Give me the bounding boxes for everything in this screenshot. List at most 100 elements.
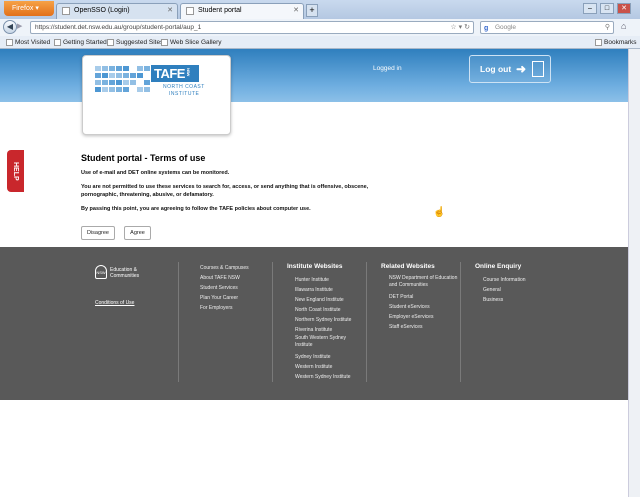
tab-title: OpenSSO (Login) [74, 7, 130, 14]
page-title: Student portal - Terms of use [81, 153, 206, 163]
logo-grid-square [102, 87, 108, 92]
close-icon[interactable]: ✕ [293, 4, 299, 18]
url-bar[interactable]: https://student.det.nsw.edu.au/group/stu… [30, 21, 474, 34]
tab-student-portal[interactable]: Student portal ✕ [180, 3, 304, 19]
nsw-education-logo[interactable]: NSW Education & Communities [95, 265, 145, 281]
footer-link[interactable]: South Western Sydney Institute [295, 335, 359, 349]
logo-subtitle-2: INSTITUTE [169, 91, 200, 97]
footer-link[interactable]: Riverina Institute [295, 325, 359, 335]
footer-heading: Institute Websites [287, 263, 343, 270]
agree-button[interactable]: Agree [124, 226, 151, 240]
disagree-button[interactable]: Disagree [81, 226, 115, 240]
search-placeholder: Google [495, 24, 516, 31]
logo-grid-square [95, 87, 101, 92]
footer-col-enquiry: Online Enquiry Course Information Genera… [475, 263, 526, 305]
conditions-of-use-link[interactable]: Conditions of Use [95, 300, 134, 306]
navigation-toolbar: ◀ ▶ https://student.det.nsw.edu.au/group… [0, 19, 640, 36]
logo-grid-square [144, 66, 150, 71]
footer-link[interactable]: DET Portal [389, 292, 461, 302]
bookmark-most-visited[interactable]: Most Visited [6, 36, 50, 49]
footer-link[interactable]: For Employers [200, 303, 249, 313]
star-icon[interactable]: ☆ [450, 24, 456, 31]
bookmarks-menu[interactable]: Bookmarks [595, 36, 637, 49]
agreement-notice: By passing this point, you are agreeing … [81, 206, 311, 212]
bookmark-icon [161, 38, 168, 46]
footer-link[interactable]: NSW Department of Education and Communit… [389, 275, 461, 289]
bookmark-label: Most Visited [15, 39, 51, 46]
back-arrow-icon[interactable]: ◀ [3, 20, 17, 34]
logo-subtitle-1: NORTH COAST [163, 84, 205, 90]
footer-col-main: Courses & Campuses About TAFE NSW Studen… [200, 263, 249, 313]
logo-grid-square [116, 73, 122, 78]
arrow-right-icon: ➜ [516, 62, 527, 76]
footer-link[interactable]: Plan Your Career [200, 293, 249, 303]
firefox-menu-label: Firefox [12, 5, 34, 12]
new-tab-button[interactable]: + [306, 4, 318, 17]
logo-grid-square [109, 87, 115, 92]
firefox-menu-button[interactable]: Firefox ▾ [4, 1, 54, 16]
tab-strip: Firefox ▾ OpenSSO (Login) ✕ Student port… [0, 0, 640, 19]
page-blank-area [0, 400, 628, 497]
footer-link[interactable]: Student eServices [389, 302, 461, 312]
close-window-icon[interactable]: ✕ [617, 3, 631, 14]
bookmark-suggested-sites[interactable]: Suggested Sites [107, 36, 163, 49]
footer-link[interactable]: Hunter Institute [295, 275, 359, 285]
google-icon[interactable]: g [484, 23, 488, 34]
footer-link[interactable]: Business [483, 295, 526, 305]
bookmarks-menu-label: Bookmarks [604, 39, 637, 46]
footer-link[interactable]: Courses & Campuses [200, 263, 249, 273]
footer-link[interactable]: Employer eServices [389, 312, 461, 322]
bookmark-getting-started[interactable]: Getting Started [54, 36, 107, 49]
footer-link[interactable]: North Coast Institute [295, 305, 359, 315]
logo-grid-square [95, 80, 101, 85]
footer-link[interactable]: Western Sydney Institute [295, 372, 359, 382]
bookmark-web-slice-gallery[interactable]: Web Slice Gallery [161, 36, 222, 49]
footer-link[interactable]: Illawarra Institute [295, 285, 359, 295]
maximize-icon[interactable]: □ [600, 3, 614, 14]
page-icon [186, 7, 194, 15]
bookmark-label: Web Slice Gallery [170, 39, 222, 46]
help-tab[interactable]: HELP [7, 150, 24, 192]
nsw-logo-text-2: Communities [110, 273, 140, 279]
logo-grid-square [102, 80, 108, 85]
footer-link[interactable]: Staff eServices [389, 322, 461, 332]
logo-grid-square [123, 87, 129, 92]
logo-grid-square [109, 80, 115, 85]
logo-grid-square [123, 66, 129, 71]
search-input[interactable]: g Google ⚲ [480, 21, 614, 34]
vertical-scrollbar[interactable] [628, 49, 640, 497]
footer-link[interactable]: General [483, 285, 526, 295]
site-footer: NSW Education & Communities Conditions of… [0, 247, 628, 400]
footer-link[interactable]: Western Institute [295, 362, 359, 372]
search-icon[interactable]: ⚲ [605, 22, 610, 33]
close-icon[interactable]: ✕ [167, 4, 173, 18]
footer-link[interactable]: Sydney Institute [295, 352, 359, 362]
tafe-logo[interactable]: TAFE NSW NORTH COAST INSTITUTE [82, 55, 231, 135]
footer-link[interactable]: Student Services [200, 283, 249, 293]
logo-grid-square [102, 73, 108, 78]
monitoring-notice: Use of e-mail and DET online systems can… [81, 170, 230, 176]
minimize-icon[interactable]: – [583, 3, 597, 14]
home-icon[interactable]: ⌂ [621, 21, 626, 31]
logo-grid-square [123, 73, 129, 78]
logo-grid-square [116, 87, 122, 92]
prohibited-use-notice: You are not permitted to use these servi… [81, 184, 369, 198]
tab-opensso-login[interactable]: OpenSSO (Login) ✕ [56, 3, 178, 19]
forward-arrow-icon[interactable]: ▶ [17, 22, 28, 32]
footer-heading: Online Enquiry [475, 263, 522, 270]
footer-link[interactable]: Course Information [483, 275, 526, 285]
logo-grid-square [137, 73, 143, 78]
footer-link[interactable]: Northern Sydney Institute [295, 315, 359, 325]
logo-grid-square [116, 80, 122, 85]
logo-grid-square [123, 80, 129, 85]
browser-window: Firefox ▾ OpenSSO (Login) ✕ Student port… [0, 0, 640, 497]
logo-grid-square [102, 66, 108, 71]
logo-grid-square [116, 66, 122, 71]
reload-icon[interactable]: ↻ [464, 24, 470, 31]
footer-link[interactable]: About TAFE NSW [200, 273, 249, 283]
tab-title: Student portal [198, 7, 242, 14]
hand-cursor-icon: ☝ [433, 207, 446, 218]
logout-button[interactable]: Log out ➜ [469, 55, 551, 83]
footer-link[interactable]: New England Institute [295, 295, 359, 305]
dropdown-icon[interactable]: ▾ [459, 24, 463, 31]
